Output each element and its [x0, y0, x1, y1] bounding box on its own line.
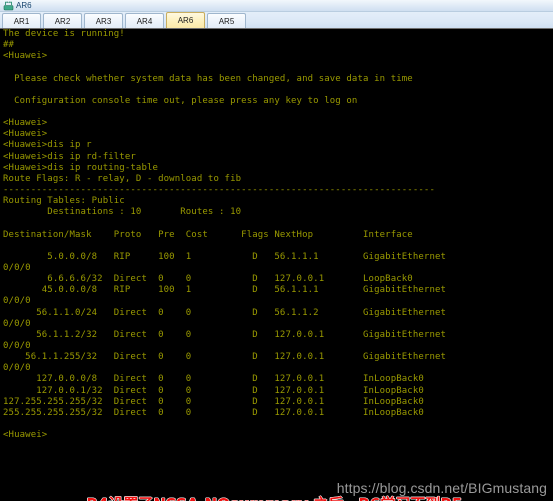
console-line: 56.1.1.255/32 Direct 0 0 D 127.0.0.1 Gig… [3, 352, 447, 363]
console-line: 127.0.0.0/8 Direct 0 0 D 127.0.0.1 InLoo… [3, 374, 424, 385]
console-line: 0/0/0 [3, 318, 31, 329]
tab-label: AR1 [13, 16, 30, 26]
console-line: <Huawei> [3, 430, 48, 441]
console-line: 0/0/0 [3, 340, 31, 351]
console-line: 56.1.1.2/32 Direct 0 0 D 127.0.0.1 Gigab… [3, 329, 447, 340]
console-line: ## [3, 40, 15, 51]
window-title-bar: AR6 [0, 0, 553, 12]
window-title: AR6 [16, 1, 32, 10]
console-line: <Huawei>dis ip routing-table [3, 162, 159, 173]
router-device-icon [3, 1, 14, 11]
console-line: 0/0/0 [3, 262, 31, 273]
console-line: <Huawei>dis ip r [3, 140, 92, 151]
console-line: 45.0.0.0/8 RIP 100 1 D 56.1.1.1 GigabitE… [3, 285, 447, 296]
tab-label: AR4 [136, 16, 153, 26]
cli-console[interactable]: The device is running! ## <Huawei> Please … [0, 29, 553, 501]
console-line: 0/0/0 [3, 363, 31, 374]
tab-ar2[interactable]: AR2 [43, 13, 82, 28]
console-line: 0/0/0 [3, 296, 31, 307]
console-line: <Huawei> [3, 118, 48, 129]
tab-label: AR5 [218, 16, 235, 26]
console-line: Configuration console time out, please p… [3, 95, 358, 106]
tab-ar4[interactable]: AR4 [125, 13, 164, 28]
tab-ar3[interactable]: AR3 [84, 13, 123, 28]
device-tab-strip: AR1 AR2 AR3 AR4 AR6 AR5 [0, 12, 553, 29]
console-line: The device is running! [3, 29, 125, 39]
console-line: Please check whether system data has bee… [3, 73, 413, 84]
emulator-window: AR6 AR1 AR2 AR3 AR4 AR6 AR5 The device i… [0, 0, 553, 501]
tab-label: AR3 [95, 16, 112, 26]
console-line: 127.0.0.1/32 Direct 0 0 D 127.0.0.1 InLo… [3, 385, 424, 396]
console-line: <Huawei> [3, 129, 48, 140]
console-line: Destinations : 10 Routes : 10 [3, 207, 242, 218]
tab-ar1[interactable]: AR1 [2, 13, 41, 28]
console-line: 6.6.6.6/32 Direct 0 0 D 127.0.0.1 LoopBa… [3, 274, 413, 285]
console-output: The device is running! ## <Huawei> Please … [3, 29, 446, 441]
console-line: Routing Tables: Public [3, 196, 125, 207]
tab-ar6[interactable]: AR6 [166, 12, 205, 28]
console-line: ----------------------------------------… [3, 184, 435, 195]
tab-ar5[interactable]: AR5 [207, 13, 246, 28]
watermark-url: https://blog.csdn.net/BIGmustang [336, 480, 547, 496]
console-line: 5.0.0.0/8 RIP 100 1 D 56.1.1.1 GigabitEt… [3, 251, 447, 262]
console-line: 255.255.255.255/32 Direct 0 0 D 127.0.0.… [3, 407, 424, 418]
console-line: 127.255.255.255/32 Direct 0 0 D 127.0.0.… [3, 396, 424, 407]
console-line: <Huawei>dis ip rd-filter [3, 151, 136, 162]
tab-label: AR6 [177, 16, 194, 25]
console-line: 56.1.1.0/24 Direct 0 0 D 56.1.1.2 Gigabi… [3, 307, 447, 318]
console-line: Destination/Mask Proto Pre Cost Flags Ne… [3, 229, 413, 240]
tab-label: AR2 [54, 16, 71, 26]
console-line: <Huawei> [3, 51, 48, 62]
console-line: Route Flags: R - relay, D - download to … [3, 173, 242, 184]
